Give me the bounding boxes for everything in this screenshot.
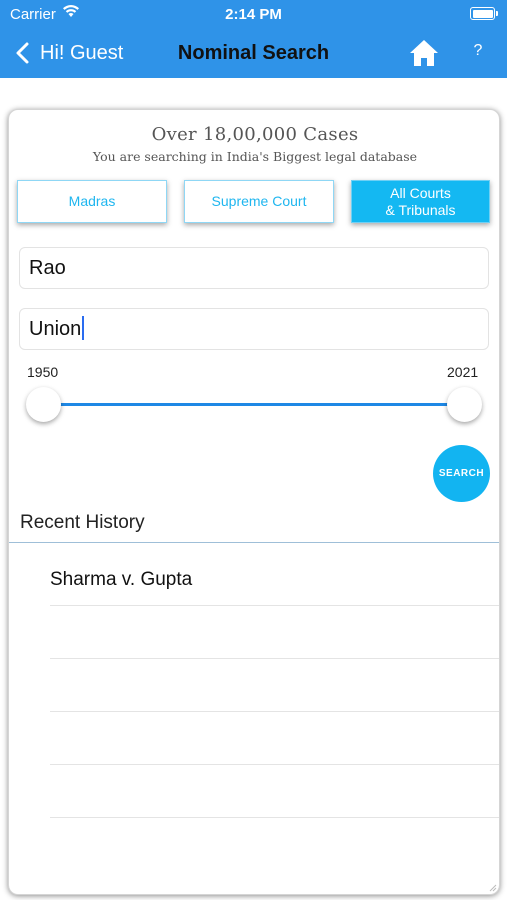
court-option-all-courts[interactable]: All Courts & Tribunals (351, 180, 490, 223)
court-option-label: All Courts & Tribunals (385, 185, 455, 219)
history-item[interactable] (50, 765, 499, 818)
year-range-slider[interactable] (44, 403, 464, 406)
court-option-label-line1: All Courts (390, 184, 451, 201)
year-max-label: 2021 (447, 364, 479, 380)
court-option-madras[interactable]: Madras (17, 180, 167, 223)
year-min-label: 1950 (27, 364, 59, 380)
court-option-supreme-court[interactable]: Supreme Court (184, 180, 334, 223)
divider (9, 542, 499, 543)
history-item[interactable]: Sharma v. Gupta (50, 553, 499, 606)
court-option-label-line2: & Tribunals (385, 201, 456, 218)
status-bar: Carrier 2:14 PM (0, 0, 507, 30)
court-option-label: Madras (68, 193, 116, 209)
navigation-bar: Hi! Guest Nominal Search ? (0, 30, 507, 78)
history-item[interactable] (50, 659, 499, 712)
battery-icon (470, 7, 498, 20)
help-button[interactable]: ? (468, 42, 488, 60)
recent-history-title: Recent History (20, 512, 145, 533)
home-icon[interactable] (408, 38, 440, 68)
text-cursor (82, 316, 85, 341)
party-two-input[interactable]: Union (19, 308, 489, 350)
party-one-input[interactable]: Rao (19, 247, 489, 289)
case-count-headline: Over 18,00,000 Cases (151, 124, 359, 145)
clock: 2:14 PM (225, 6, 282, 23)
search-card: Over 18,00,000 Cases You are searching i… (8, 109, 500, 895)
search-button[interactable]: SEARCH (433, 445, 490, 502)
court-option-label: Supreme Court (211, 193, 307, 209)
scroll-grip-icon (489, 884, 497, 892)
history-item[interactable] (50, 606, 499, 659)
slider-min-handle[interactable] (26, 387, 61, 422)
database-subline: You are searching in India's Biggest leg… (92, 149, 418, 164)
party-two-value: Union (29, 318, 82, 340)
party-one-value: Rao (29, 257, 66, 279)
history-item[interactable] (50, 712, 499, 765)
slider-max-handle[interactable] (447, 387, 482, 422)
